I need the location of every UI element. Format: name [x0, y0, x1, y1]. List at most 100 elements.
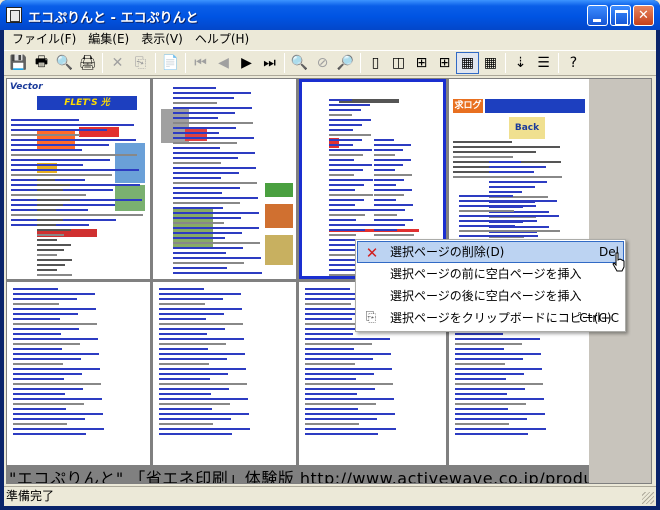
- ctx-insert-before[interactable]: 選択ページの前に空白ページを挿入: [357, 263, 624, 285]
- text-line: [159, 398, 248, 400]
- text-line: [11, 154, 137, 156]
- ctx-insert-after[interactable]: 選択ページの後に空白ページを挿入: [357, 285, 624, 307]
- text-line: [159, 303, 205, 305]
- next-page-icon[interactable]: ▶: [235, 52, 258, 74]
- text-line: [13, 303, 59, 305]
- text-line: [159, 358, 227, 360]
- page-thumbnail-6[interactable]: [153, 282, 296, 465]
- six-page-icon[interactable]: ⊞: [433, 52, 456, 74]
- print-preview-icon[interactable]: 🔍: [53, 52, 76, 74]
- text-line: [305, 393, 357, 395]
- last-page-icon[interactable]: ⏭: [258, 52, 281, 74]
- resize-grip[interactable]: [642, 492, 654, 504]
- text-line: [329, 139, 362, 141]
- text-line: [37, 224, 57, 226]
- text-line: [489, 161, 521, 163]
- four-page-icon[interactable]: ⊞: [410, 52, 433, 74]
- text-line: [159, 333, 207, 335]
- app-window: エコぷりんと - エコぷりんと ファイル(F) 編集(E) 表示(V) ヘルプ(…: [0, 0, 660, 510]
- status-text: 準備完了: [6, 489, 55, 503]
- text-line: [13, 288, 58, 290]
- app-icon[interactable]: [6, 7, 22, 23]
- text-line: [13, 388, 83, 390]
- page-thumbnail-2[interactable]: [153, 79, 296, 279]
- zoom-out-icon[interactable]: 🔍: [288, 52, 311, 74]
- toolbar-separator: [360, 53, 361, 73]
- eight-page-icon[interactable]: ▦: [456, 52, 479, 74]
- text-line: [173, 112, 235, 114]
- text-line: [37, 179, 55, 181]
- text-line: [173, 257, 262, 259]
- text-line: [13, 333, 61, 335]
- delete-icon[interactable]: ✕: [106, 52, 129, 74]
- page-thumbnail-5[interactable]: [7, 282, 150, 465]
- close-button[interactable]: [633, 5, 654, 26]
- text-line: [11, 219, 116, 221]
- print-icon[interactable]: 🖶: [30, 52, 53, 74]
- text-line: [173, 117, 218, 119]
- menu-view[interactable]: 表示(V): [135, 30, 189, 49]
- minimize-button[interactable]: [587, 5, 608, 26]
- status-bar: 準備完了: [4, 486, 656, 506]
- toolbar-separator: [505, 53, 506, 73]
- text-line: [173, 177, 222, 179]
- text-line: [329, 104, 370, 106]
- text-line: [11, 164, 83, 166]
- text-line: [13, 293, 95, 295]
- text-line: [173, 192, 223, 194]
- copy-icon[interactable]: ⎘: [129, 52, 152, 74]
- text-line: [455, 418, 527, 420]
- title-bar[interactable]: エコぷりんと - エコぷりんと: [0, 0, 660, 30]
- toolbar-separator: [185, 53, 186, 73]
- text-line: [37, 254, 57, 256]
- properties-icon[interactable]: ☰: [532, 52, 555, 74]
- text-line: [13, 393, 65, 395]
- zoom-fit-icon[interactable]: ⊘: [311, 52, 334, 74]
- maximize-button[interactable]: [610, 5, 631, 26]
- text-line: [11, 199, 142, 201]
- prev-page-icon[interactable]: ◀: [212, 52, 235, 74]
- text-line: [159, 428, 250, 430]
- text-line: [459, 225, 516, 227]
- text-line: [329, 174, 354, 176]
- text-line: [11, 129, 107, 131]
- two-page-icon[interactable]: ◫: [387, 52, 410, 74]
- text-line: [374, 229, 397, 231]
- document-icon[interactable]: 📄: [159, 52, 182, 74]
- text-line: [329, 224, 374, 226]
- text-line: [159, 393, 211, 395]
- help-icon[interactable]: ?: [562, 52, 585, 74]
- zoom-in-icon[interactable]: 🔎: [334, 52, 357, 74]
- menu-help[interactable]: ヘルプ(H): [189, 30, 255, 49]
- page-setup-icon[interactable]: 🖨: [76, 52, 99, 74]
- text-line: [305, 408, 358, 410]
- text-line: [489, 176, 522, 178]
- text-line: [305, 428, 396, 430]
- ctx-copy-clipboard[interactable]: ⎘ 選択ページをクリップボードにコピー(C) Ctrl+C: [357, 307, 624, 329]
- text-line: [173, 102, 217, 104]
- save-icon[interactable]: 💾: [7, 52, 30, 74]
- export-icon[interactable]: ⇣: [509, 52, 532, 74]
- text-line: [159, 388, 229, 390]
- text-line: [13, 358, 81, 360]
- one-page-icon[interactable]: ▯: [364, 52, 387, 74]
- menu-file[interactable]: ファイル(F): [6, 30, 82, 49]
- copy-pages-icon: ⎘: [365, 310, 377, 325]
- text-line: [329, 154, 363, 156]
- text-line: [173, 227, 260, 229]
- menu-edit[interactable]: 編集(E): [82, 30, 135, 49]
- text-line: [159, 328, 225, 330]
- text-line: [305, 318, 352, 320]
- text-line: [37, 209, 56, 211]
- text-line: [173, 142, 237, 144]
- text-line: [13, 373, 82, 375]
- text-line: [305, 433, 378, 435]
- text-line: [13, 413, 103, 415]
- first-page-icon[interactable]: ⏮: [189, 52, 212, 74]
- ad-image: [265, 204, 293, 228]
- text-line: [173, 172, 239, 174]
- page-thumbnail-1[interactable]: Vector FLET'S 光: [7, 79, 150, 279]
- twelve-page-icon[interactable]: ▦: [479, 52, 502, 74]
- ctx-delete-page[interactable]: ✕ 選択ページの削除(D) Del: [357, 241, 624, 263]
- text-line: [374, 154, 395, 156]
